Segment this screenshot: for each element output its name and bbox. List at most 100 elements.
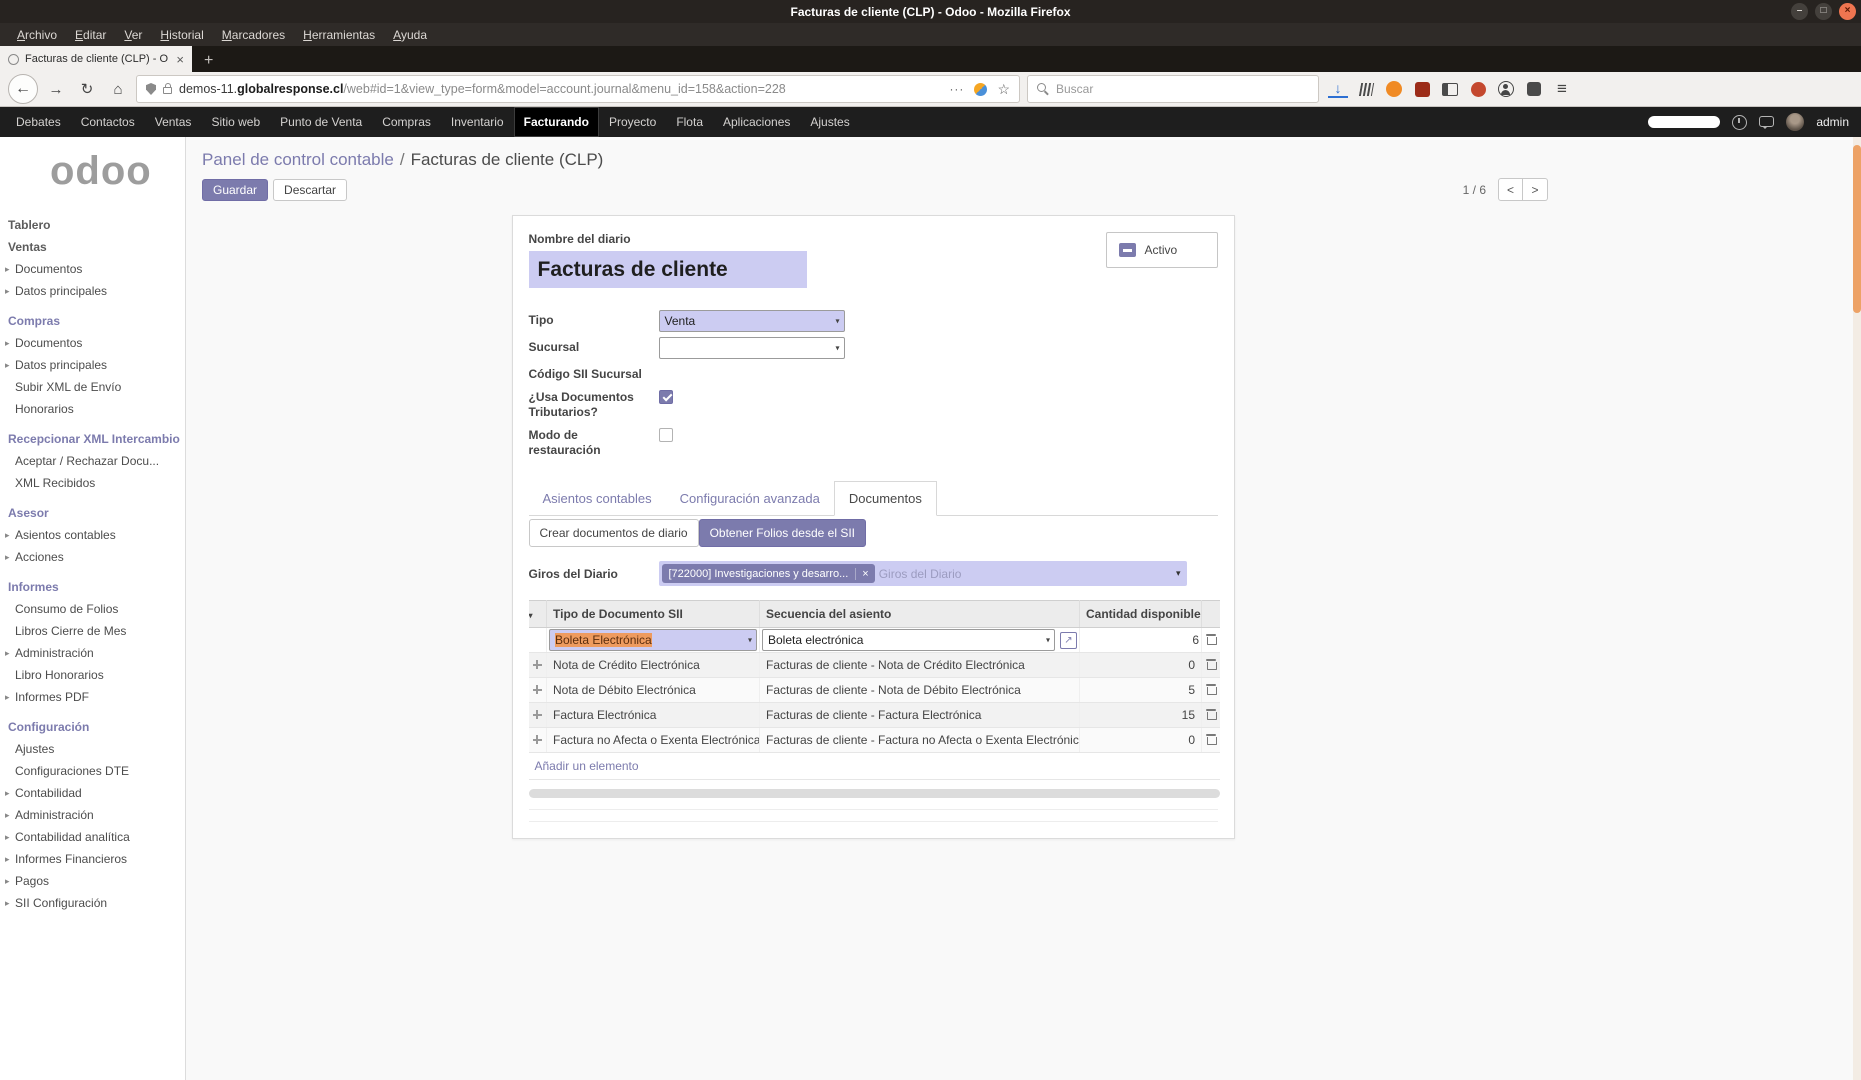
sidebar-item-administracion-2[interactable]: ▸Administración: [0, 804, 185, 826]
hamburger-menu-icon[interactable]: ≡: [1552, 77, 1572, 101]
menu-ayuda[interactable]: Ayuda: [384, 25, 436, 45]
extension-shield-icon[interactable]: [1412, 77, 1432, 101]
active-toggle-button[interactable]: Activo: [1106, 232, 1218, 268]
usa-documentos-checkbox[interactable]: [659, 390, 673, 404]
sidebar-item-contabilidad[interactable]: ▸Contabilidad: [0, 782, 185, 804]
drag-handle-icon[interactable]: [533, 660, 542, 669]
sidebar-item-libros-cierre[interactable]: Libros Cierre de Mes: [0, 620, 185, 642]
url-text[interactable]: demos-11.globalresponse.cl/web#id=1&view…: [179, 82, 942, 96]
horizontal-scrollbar[interactable]: [529, 789, 1220, 798]
url-bar[interactable]: demos-11.globalresponse.cl/web#id=1&view…: [136, 75, 1020, 103]
sidebar-item-consumo-folios[interactable]: Consumo de Folios: [0, 598, 185, 620]
close-button[interactable]: ×: [1839, 3, 1856, 20]
delete-row-icon[interactable]: [1206, 633, 1216, 645]
forward-button[interactable]: →: [43, 76, 69, 102]
appnav-debates[interactable]: Debates: [6, 107, 71, 137]
column-header-tipo[interactable]: Tipo de Documento SII: [547, 601, 760, 628]
back-button[interactable]: ←: [8, 74, 38, 104]
appnav-inventario[interactable]: Inventario: [441, 107, 514, 137]
sidebar-item-subir-xml[interactable]: Subir XML de Envío: [0, 376, 185, 398]
pager-previous-button[interactable]: <: [1498, 178, 1523, 201]
tab-asientos-contables[interactable]: Asientos contables: [529, 482, 666, 515]
breadcrumb-parent-link[interactable]: Panel de control contable: [202, 150, 394, 169]
sidebar-heading-compras[interactable]: Compras: [0, 310, 185, 332]
sort-icon[interactable]: ▾: [529, 611, 533, 620]
sidebar-item-administracion[interactable]: ▸Administración: [0, 642, 185, 664]
menu-archivo[interactable]: Archivo: [8, 25, 66, 45]
appnav-compras[interactable]: Compras: [372, 107, 441, 137]
column-header-cantidad[interactable]: Cantidad disponible: [1080, 601, 1202, 628]
sidebar-item-asientos-contables[interactable]: ▸Asientos contables: [0, 524, 185, 546]
giros-tag[interactable]: [722000] Investigaciones y desarro... ×: [662, 564, 875, 583]
tab-documentos[interactable]: Documentos: [834, 481, 937, 516]
tab-close-icon[interactable]: ×: [176, 52, 184, 67]
drag-handle-icon[interactable]: [533, 685, 542, 694]
add-element-link[interactable]: Añadir un elemento: [535, 759, 639, 773]
appnav-flota[interactable]: Flota: [666, 107, 713, 137]
vertical-scrollbar[interactable]: [1853, 137, 1861, 1080]
giros-many2many-field[interactable]: [722000] Investigaciones y desarro... × …: [659, 561, 1187, 586]
secuencia-select[interactable]: Boleta electrónica▾: [762, 629, 1055, 651]
modo-restauracion-checkbox[interactable]: [659, 428, 673, 442]
sidebar-heading-ventas[interactable]: Ventas: [0, 236, 185, 258]
search-input[interactable]: [1056, 82, 1309, 96]
scrollbar-thumb[interactable]: [1853, 145, 1861, 313]
site-security-lock-icon[interactable]: [163, 87, 172, 94]
sidebar-item-documentos[interactable]: ▸Documentos: [0, 258, 185, 280]
pager-next-button[interactable]: >: [1523, 178, 1548, 201]
sidebar-heading-recepcionar-xml[interactable]: Recepcionar XML Intercambio: [0, 428, 185, 450]
tipo-select[interactable]: Venta▾: [659, 310, 845, 332]
discard-button[interactable]: Descartar: [273, 179, 347, 201]
sidebar-item-aceptar-rechazar[interactable]: Aceptar / Rechazar Docu...: [0, 450, 185, 472]
sidebar-item-pagos[interactable]: ▸Pagos: [0, 870, 185, 892]
sidebar-item-xml-recibidos[interactable]: XML Recibidos: [0, 472, 185, 494]
delete-row-icon[interactable]: [1206, 658, 1216, 670]
delete-row-icon[interactable]: [1206, 683, 1216, 695]
menu-ver[interactable]: Ver: [115, 25, 151, 45]
sidebar-item-documentos-compras[interactable]: ▸Documentos: [0, 332, 185, 354]
sidebar-item-configuraciones-dte[interactable]: Configuraciones DTE: [0, 760, 185, 782]
sidebar-item-datos-principales-compras[interactable]: ▸Datos principales: [0, 354, 185, 376]
new-tab-button[interactable]: +: [192, 50, 225, 72]
sidebar-item-sii-configuracion[interactable]: ▸SII Configuración: [0, 892, 185, 914]
appnav-ventas[interactable]: Ventas: [145, 107, 202, 137]
sidebar-item-acciones[interactable]: ▸Acciones: [0, 546, 185, 568]
tag-remove-icon[interactable]: ×: [855, 568, 874, 580]
page-actions-icon[interactable]: ···: [949, 82, 964, 96]
sidebar-heading-configuracion[interactable]: Configuración: [0, 716, 185, 738]
appnav-proyecto[interactable]: Proyecto: [599, 107, 666, 137]
sidebar-item-honorarios[interactable]: Honorarios: [0, 398, 185, 420]
tipo-documento-select[interactable]: Boleta Electrónica▾: [549, 629, 757, 651]
tracking-protection-shield-icon[interactable]: [146, 83, 156, 95]
table-row[interactable]: Factura Electrónica Facturas de cliente …: [529, 703, 1220, 728]
table-row[interactable]: Nota de Débito Electrónica Facturas de c…: [529, 678, 1220, 703]
sidebar-item-ajustes[interactable]: Ajustes: [0, 738, 185, 760]
library-icon[interactable]: [1356, 77, 1376, 101]
appnav-facturando[interactable]: Facturando: [514, 107, 599, 137]
sidebar-item-datos-principales[interactable]: ▸Datos principales: [0, 280, 185, 302]
table-row[interactable]: Nota de Crédito Electrónica Facturas de …: [529, 653, 1220, 678]
journal-name-input[interactable]: Facturas de cliente: [529, 251, 807, 288]
menu-marcadores[interactable]: Marcadores: [213, 25, 294, 45]
chevron-down-icon[interactable]: ▾: [1176, 568, 1181, 579]
browser-tab-active[interactable]: Facturas de cliente (CLP) - O ×: [0, 46, 192, 72]
table-row-editing[interactable]: Boleta Electrónica▾ Boleta electrónica▾ ↗…: [529, 628, 1220, 653]
internal-link-icon[interactable]: ↗: [1060, 632, 1077, 649]
messages-icon[interactable]: [1759, 116, 1774, 127]
extension-orange-icon[interactable]: [1384, 77, 1404, 101]
appnav-ajustes[interactable]: Ajustes: [800, 107, 859, 137]
appnav-aplicaciones[interactable]: Aplicaciones: [713, 107, 800, 137]
user-avatar[interactable]: [1786, 113, 1804, 131]
drag-handle-icon[interactable]: [533, 710, 542, 719]
obtener-folios-button[interactable]: Obtener Folios desde el SII: [699, 519, 866, 547]
sidebar-heading-asesor[interactable]: Asesor: [0, 502, 185, 524]
sidebar-item-contabilidad-analitica[interactable]: ▸Contabilidad analítica: [0, 826, 185, 848]
appnav-contactos[interactable]: Contactos: [71, 107, 145, 137]
reload-button[interactable]: ↻: [74, 76, 100, 102]
menu-herramientas[interactable]: Herramientas: [294, 25, 384, 45]
sidebar-item-libro-honorarios[interactable]: Libro Honorarios: [0, 664, 185, 686]
appnav-punto-de-venta[interactable]: Punto de Venta: [270, 107, 372, 137]
save-button[interactable]: Guardar: [202, 179, 268, 201]
extension-red-icon[interactable]: [1468, 77, 1488, 101]
table-row[interactable]: Factura no Afecta o Exenta Electrónica F…: [529, 728, 1220, 753]
